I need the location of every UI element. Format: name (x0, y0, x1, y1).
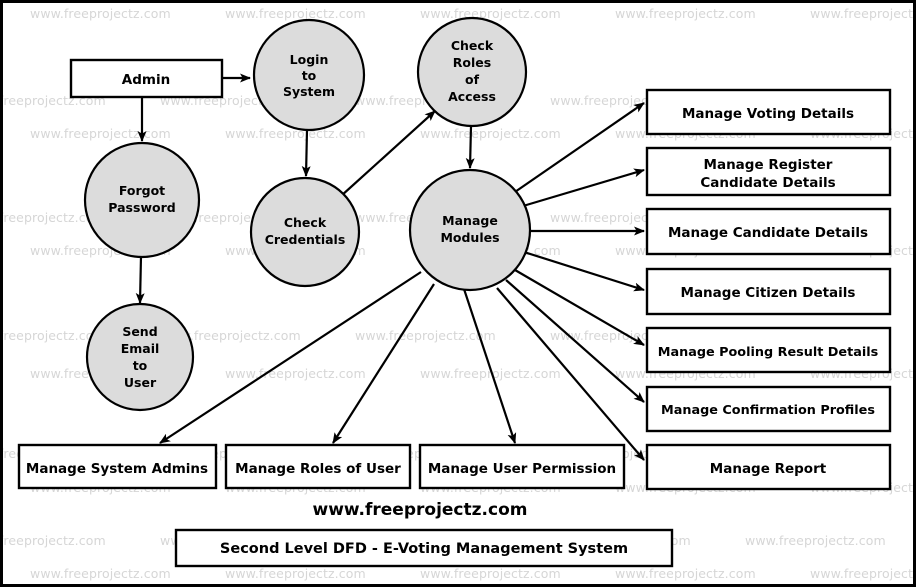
roles-of-user-label: Manage Roles of User (235, 461, 401, 477)
watermark-text: www.freeprojectz.com (810, 566, 916, 581)
datastore-manage-register-candidate-details[interactable]: Manage Register Candidate Details (645, 146, 892, 197)
send-email-label-line2: Email (121, 341, 160, 356)
user-permission-label: Manage User Permission (428, 461, 616, 477)
citizen-details-label: Manage Citizen Details (681, 285, 856, 301)
flow-roles-to-modules (465, 125, 475, 169)
forgot-password-label-line1: Forgot (119, 183, 165, 198)
process-send-email-to-user[interactable]: Send Email to User (85, 302, 195, 412)
voting-details-label: Manage Voting Details (682, 106, 854, 122)
watermark-text: www.freeprojectz.com (355, 328, 496, 343)
watermark-text: www.freeprojectz.com (745, 533, 886, 548)
flow-login-to-credentials (301, 129, 311, 177)
report-label: Manage Report (710, 461, 827, 477)
login-to-system-label-line1: Login (290, 52, 329, 67)
check-credentials-label-line2: Credentials (265, 232, 346, 247)
process-forgot-password[interactable]: Forgot Password (83, 141, 201, 259)
datastore-manage-roles-of-user[interactable]: Manage Roles of User (224, 443, 412, 490)
entity-admin[interactable]: Admin (69, 58, 224, 99)
watermark-text: www.freeprojectz.com (30, 6, 171, 21)
candidate-details-label: Manage Candidate Details (668, 225, 868, 241)
watermark-text: www.freeprojectz.com (225, 6, 366, 21)
watermark-text: www.freeprojectz.com (420, 566, 561, 581)
forgot-password-label-line2: Password (108, 200, 175, 215)
datastore-manage-pooling-result-details[interactable]: Manage Pooling Result Details (645, 326, 892, 374)
dfd-diagram: www.freeprojectz.com www.freeprojectz.co… (0, 0, 916, 587)
send-email-label-line4: User (124, 375, 157, 390)
diagram-title-label: Second Level DFD - E-Voting Management S… (220, 541, 628, 557)
system-admins-label: Manage System Admins (26, 461, 208, 477)
check-roles-label-line1: Check (451, 38, 494, 53)
manage-modules-label-line2: Modules (440, 230, 499, 245)
login-to-system-label-line3: System (283, 84, 335, 99)
watermark-text: www.freeprojectz.com (615, 566, 756, 581)
watermark-text: www.freeprojectz.com (225, 566, 366, 581)
datastore-manage-citizen-details[interactable]: Manage Citizen Details (645, 267, 892, 316)
watermark-text: www.freeprojectz.com (0, 533, 106, 548)
diagram-title-box: Second Level DFD - E-Voting Management S… (174, 528, 674, 568)
send-email-label-line3: to (133, 358, 148, 373)
datastore-manage-system-admins[interactable]: Manage System Admins (17, 443, 218, 490)
process-check-roles-of-access[interactable]: Check Roles of Access (416, 16, 528, 128)
watermark-text: www.freeprojectz.com (420, 126, 561, 141)
pooling-result-label: Manage Pooling Result Details (658, 345, 879, 360)
check-roles-label-line4: Access (448, 89, 496, 104)
send-email-circle[interactable] (85, 302, 195, 412)
datastore-manage-user-permission[interactable]: Manage User Permission (418, 443, 626, 490)
watermark-text: www.freeprojectz.com (30, 566, 171, 581)
process-check-credentials[interactable]: Check Credentials (249, 176, 361, 288)
check-roles-label-line2: Roles (453, 55, 491, 70)
admin-label: Admin (122, 72, 170, 88)
register-candidate-label-line2: Candidate Details (700, 175, 835, 191)
register-candidate-label-line1: Manage Register (704, 157, 833, 173)
datastore-manage-report[interactable]: Manage Report (645, 443, 892, 491)
datastore-manage-candidate-details[interactable]: Manage Candidate Details (645, 207, 892, 256)
datastore-manage-confirmation-profiles[interactable]: Manage Confirmation Profiles (645, 385, 892, 433)
process-login-to-system[interactable]: Login to System (252, 18, 366, 132)
check-credentials-label-line1: Check (284, 215, 327, 230)
watermark-text: www.freeprojectz.com (810, 6, 916, 21)
watermark-text: www.freeprojectz.com (615, 6, 756, 21)
manage-modules-label-line1: Manage (442, 213, 498, 228)
process-manage-modules[interactable]: Manage Modules (408, 168, 532, 292)
footer-brand-text: www.freeprojectz.com (313, 500, 528, 520)
watermark-text: www.freeprojectz.com (225, 366, 366, 381)
confirmation-profiles-label: Manage Confirmation Profiles (661, 403, 875, 418)
check-roles-label-line3: of (465, 72, 480, 87)
flow-forgot-to-email (135, 255, 145, 304)
watermark-text: www.freeprojectz.com (420, 6, 561, 21)
login-to-system-label-line2: to (302, 68, 317, 83)
datastore-manage-voting-details[interactable]: Manage Voting Details (645, 88, 892, 136)
watermark-text: www.freeprojectz.com (30, 126, 171, 141)
send-email-label-line1: Send (122, 324, 157, 339)
